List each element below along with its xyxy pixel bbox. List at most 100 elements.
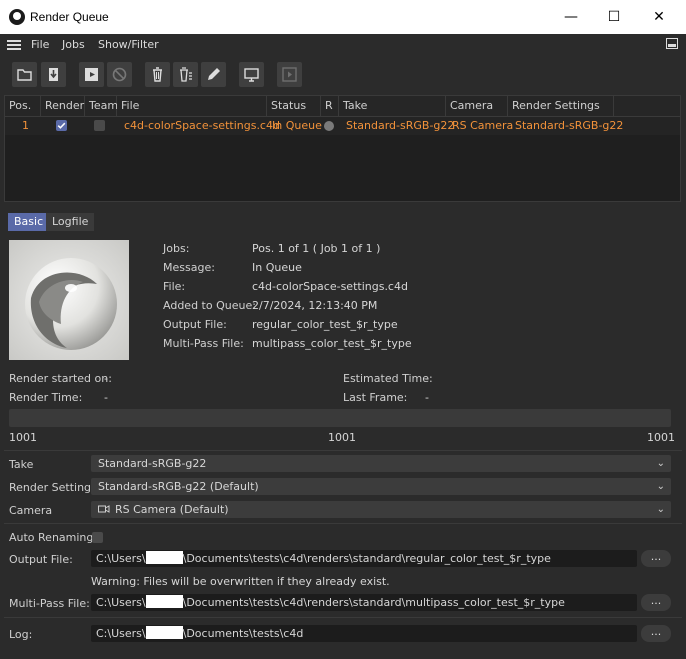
monitor-icon [244,68,259,82]
column-header-team[interactable]: Team [85,96,118,116]
column-header-render[interactable]: Render [41,96,85,116]
column-header-pos[interactable]: Pos. [5,96,41,116]
render-started-label: Render started on: [9,372,112,385]
estimated-time-label: Estimated Time: [343,372,433,385]
file-value: c4d-colorSpace-settings.c4d [252,280,408,293]
render-time-value: - [104,391,108,404]
stop-render-button[interactable] [107,62,132,87]
log-field[interactable]: C:\Users\ \Documents\tests\c4d [91,625,637,642]
file-label: File: [163,280,186,293]
browse-log-button[interactable]: ... [641,625,671,642]
output-file-label: Output File: [163,318,227,331]
overwrite-warning: Warning: Files will be overwritten if th… [91,575,390,588]
render-time-label: Render Time: [9,391,83,404]
multipass-file-label: Multi-Pass File: [163,337,244,350]
added-label: Added to Queue: [163,299,256,312]
multipass-file-field[interactable]: C:\Users\ \Documents\tests\c4d\renders\st… [91,594,637,611]
render-started-value: - [104,372,108,385]
row-pos: 1 [22,119,29,132]
message-label: Message: [163,261,215,274]
minimize-button[interactable]: — [548,0,594,34]
column-header-render-settings[interactable]: Render Settings [508,96,614,116]
message-value: In Queue [252,261,302,274]
path-suffix: \Documents\tests\c4d\renders\standard\re… [182,552,551,565]
divider [4,523,682,524]
column-header-status[interactable]: Status [267,96,321,116]
menu-show-filter[interactable]: Show/Filter [98,38,159,51]
row-render-settings: Standard-sRGB-g22 [515,119,624,132]
tab-basic[interactable]: Basic [8,213,50,231]
load-job-button[interactable] [41,62,66,87]
jobs-value: Pos. 1 of 1 ( Job 1 of 1 ) [252,242,381,255]
picture-viewer-button[interactable] [277,62,302,87]
take-dropdown[interactable]: Standard-sRGB-g22 ⌄ [91,455,671,472]
title-bar: Render Queue — ☐ ✕ [0,0,686,34]
checkmark-icon [57,122,66,129]
row-camera: RS Camera [452,119,514,132]
chevron-down-icon: ⌄ [656,458,665,469]
output-file-value: regular_color_test_$r_type [252,318,398,331]
trash-multiple-icon [180,67,192,82]
auto-renaming-checkbox[interactable] [92,532,103,543]
menu-jobs[interactable]: Jobs [62,38,85,51]
open-folder-button[interactable] [12,62,37,87]
jobs-label: Jobs: [163,242,190,255]
toolbar [0,56,686,94]
divider [4,450,682,451]
job-table[interactable]: Pos. Render Team File Status R Take Came… [4,95,681,202]
row-file: c4d-colorSpace-settings.c4d [124,119,280,132]
output-file-setting-label: Output File: [9,553,73,566]
render-settings-value: Standard-sRGB-g22 (Default) [98,480,259,493]
path-suffix: \Documents\tests\c4d [182,627,304,640]
chevron-down-icon: ⌄ [656,481,665,492]
close-button[interactable]: ✕ [636,0,682,34]
team-checkbox[interactable] [94,120,105,131]
camera-dropdown[interactable]: RS Camera (Default) ⌄ [91,501,671,518]
trash-icon [153,67,162,82]
row-status: In Queue [272,119,322,132]
window-title: Render Queue [30,10,109,24]
delete-all-jobs-button[interactable] [173,62,198,87]
hamburger-menu-icon[interactable] [7,40,21,50]
render-checkbox[interactable] [56,120,67,131]
render-view-button[interactable] [239,62,264,87]
menu-file[interactable]: File [31,38,49,51]
render-status-dot-icon [324,121,334,131]
camera-label: Camera [9,504,53,517]
row-take: Standard-sRGB-g22 [346,119,455,132]
chevron-down-icon: ⌄ [656,504,665,515]
take-label: Take [9,458,34,471]
start-render-button[interactable] [79,62,104,87]
clapper-play-icon [85,68,98,81]
table-row[interactable]: 1 c4d-colorSpace-settings.c4d In Queue S… [5,117,680,135]
column-header-camera[interactable]: Camera [446,96,508,116]
column-header-file[interactable]: File [117,96,267,116]
last-frame-value: - [425,391,429,404]
frame-end: 1001 [647,431,675,444]
edit-job-button[interactable] [201,62,226,87]
picture-viewer-icon [282,67,297,82]
log-label: Log: [9,628,33,641]
last-frame-label: Last Frame: [343,391,408,404]
delete-job-button[interactable] [145,62,170,87]
tab-logfile[interactable]: Logfile [46,213,95,231]
multipass-file-value: multipass_color_test_$r_type [252,337,412,350]
path-prefix: C:\Users\ [96,552,146,565]
redacted-username [145,626,183,639]
render-settings-dropdown[interactable]: Standard-sRGB-g22 (Default) ⌄ [91,478,671,495]
take-value: Standard-sRGB-g22 [98,457,207,470]
render-preview-image [9,240,129,360]
panel-layout-icon[interactable] [666,38,678,49]
progress-bar [9,409,671,427]
path-prefix: C:\Users\ [96,627,146,640]
column-header-take[interactable]: Take [339,96,446,116]
output-file-field[interactable]: C:\Users\ \Documents\tests\c4d\renders\st… [91,550,637,567]
folder-icon [17,69,32,81]
maximize-button[interactable]: ☐ [591,0,637,34]
render-settings-label: Render Settings [9,481,97,494]
cinema4d-logo-icon [9,9,25,25]
column-header-r[interactable]: R [321,96,339,116]
browse-multipass-button[interactable]: ... [641,594,671,611]
browse-output-button[interactable]: ... [641,550,671,567]
stop-icon [112,67,127,82]
